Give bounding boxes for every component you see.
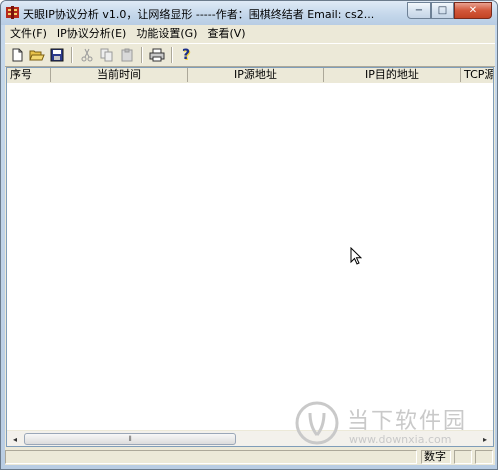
menu-bar: 文件(F) IP协议分析(E) 功能设置(G) 查看(V) [5,25,495,42]
menu-view[interactable]: 查看(V) [202,25,250,42]
application-window: 天眼IP协议分析 v1.0，让网络显形 -----作者：围棋终结者 Email:… [0,0,498,470]
column-header-src-ip[interactable]: IP源地址 [188,68,324,82]
column-header-tcp-src[interactable]: TCP源 [461,68,493,82]
maximize-button[interactable]: □ [431,2,454,19]
open-folder-icon [29,50,45,61]
copy-icon [100,48,113,62]
grip-icon: ⦀ [128,434,132,443]
watermark: 当下软件园 www.downxia.com [295,399,495,459]
column-header-index[interactable]: 序号 [7,68,51,82]
open-button[interactable] [28,46,46,64]
print-button[interactable] [148,46,166,64]
title-bar[interactable]: 天眼IP协议分析 v1.0，让网络显形 -----作者：围棋终结者 Email:… [1,1,497,25]
app-icon [6,6,19,19]
help-icon: ? [181,47,191,63]
minimize-button[interactable]: − [407,2,431,19]
column-header-time[interactable]: 当前时间 [51,68,188,82]
toolbar: ? [5,43,495,67]
scroll-thumb[interactable]: ⦀ [24,433,236,445]
cut-button[interactable] [78,46,96,64]
paste-button[interactable] [118,46,136,64]
list-body[interactable] [7,83,493,431]
close-icon: ✕ [468,5,478,16]
help-button[interactable]: ? [177,46,195,64]
menu-settings[interactable]: 功能设置(G) [131,25,202,42]
copy-button[interactable] [98,46,116,64]
print-icon [149,48,165,62]
close-button[interactable]: ✕ [454,2,492,19]
maximize-icon: □ [437,5,448,16]
column-header-dst-ip[interactable]: IP目的地址 [324,68,461,82]
paste-icon [121,48,133,62]
new-file-icon [12,48,23,62]
mouse-cursor-icon [350,247,362,265]
capture-list[interactable]: 序号 当前时间 IP源地址 IP目的地址 TCP源 ◂ ⦀ ▸ [6,67,494,447]
scroll-left-button[interactable]: ◂ [7,431,23,446]
watermark-logo [295,401,339,445]
list-header: 序号 当前时间 IP源地址 IP目的地址 TCP源 [7,68,493,84]
menu-file[interactable]: 文件(F) [5,25,52,42]
save-icon [50,48,64,62]
minimize-icon: − [414,5,424,16]
watermark-url: www.downxia.com [349,433,452,446]
window-title: 天眼IP协议分析 v1.0，让网络显形 -----作者：围棋终结者 Email:… [23,8,375,21]
cut-icon [81,48,93,62]
menu-ip-analysis[interactable]: IP协议分析(E) [52,25,131,42]
arrow-left-icon: ◂ [12,434,17,444]
watermark-brand: 当下软件园 [347,409,468,434]
save-button[interactable] [48,46,66,64]
new-file-button[interactable] [8,46,26,64]
